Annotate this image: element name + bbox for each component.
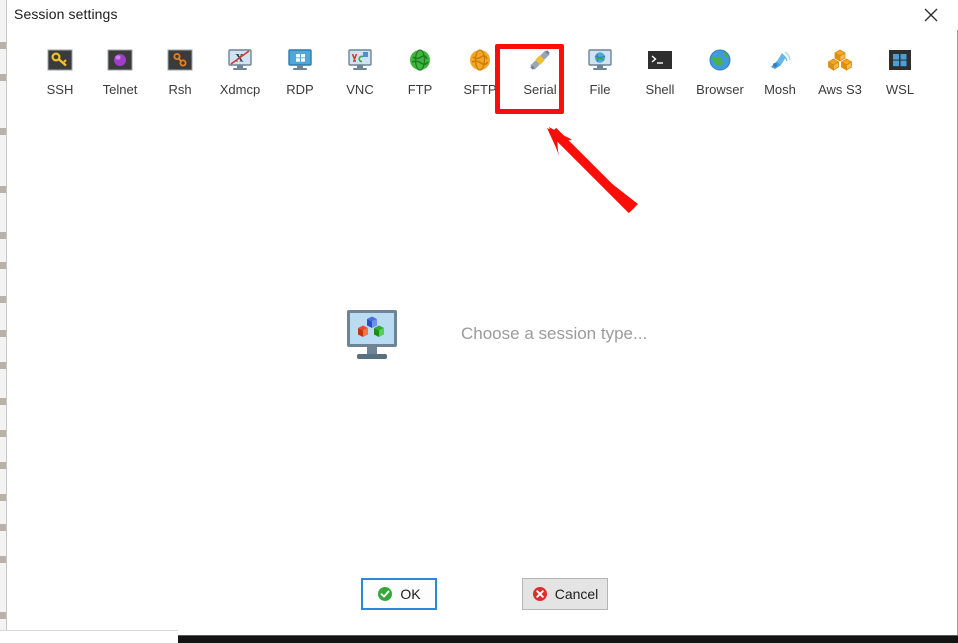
- aws-s3-icon: [826, 46, 854, 74]
- rdp-icon: [286, 46, 314, 74]
- session-type-label: Mosh: [764, 82, 796, 97]
- session-type-xdmcp[interactable]: X Xdmcp: [210, 38, 270, 97]
- session-type-ftp[interactable]: FTP: [390, 38, 450, 97]
- cancel-button[interactable]: Cancel: [522, 578, 608, 610]
- session-type-mosh[interactable]: Mosh: [750, 38, 810, 97]
- monitor-cubes-icon: [338, 300, 406, 368]
- session-type-label: SFTP: [463, 82, 497, 97]
- green-check-icon: [377, 586, 393, 602]
- placeholder-text: Choose a session type...: [461, 324, 648, 343]
- ok-button-label: OK: [400, 586, 421, 602]
- session-type-file[interactable]: File: [570, 38, 630, 97]
- mosh-icon: [766, 46, 794, 74]
- dialog-body: Session settings SSH Telnet Rsh Xdmcp RD…: [8, 0, 958, 636]
- bottom-left-gap: [0, 630, 178, 643]
- telnet-icon: [106, 46, 134, 74]
- session-type-label: SSH: [46, 82, 74, 97]
- session-type-label: WSL: [885, 82, 915, 97]
- session-type-aws-s3[interactable]: Aws S3: [810, 38, 870, 97]
- shell-icon: [646, 46, 674, 74]
- browser-icon: [706, 46, 734, 74]
- session-type-serial[interactable]: Serial: [510, 38, 570, 97]
- session-type-telnet[interactable]: Telnet: [90, 38, 150, 97]
- bottom-dark-bar: [178, 635, 958, 643]
- session-type-label: Browser: [696, 82, 744, 97]
- session-type-label: VNC: [346, 82, 374, 97]
- session-type-shell[interactable]: Shell: [630, 38, 690, 97]
- cancel-button-label: Cancel: [554, 586, 599, 602]
- session-type-placeholder: Choose a session type...: [338, 300, 647, 368]
- dialog-footer: OK Cancel: [8, 578, 958, 618]
- close-icon[interactable]: [908, 0, 954, 30]
- red-x-icon: [532, 586, 548, 602]
- ftp-icon: [406, 46, 434, 74]
- session-type-rsh[interactable]: Rsh: [150, 38, 210, 97]
- serial-icon: [526, 46, 554, 74]
- file-icon: [586, 46, 614, 74]
- session-type-label: Aws S3: [818, 82, 862, 97]
- session-type-rdp[interactable]: RDP: [270, 38, 330, 97]
- session-type-label: Telnet: [102, 82, 138, 97]
- background-window-strip: [0, 0, 7, 643]
- session-type-label: Shell: [645, 82, 675, 97]
- session-type-label: RDP: [286, 82, 314, 97]
- session-type-label: FTP: [407, 82, 433, 97]
- session-type-label: Rsh: [168, 82, 192, 97]
- session-type-browser[interactable]: Browser: [690, 38, 750, 97]
- title-bar: Session settings: [8, 0, 958, 30]
- session-type-label: File: [589, 82, 611, 97]
- session-type-label: Serial: [523, 82, 557, 97]
- xdmcp-icon: X: [226, 46, 254, 74]
- session-settings-dialog-root: Session settings SSH Telnet Rsh Xdmcp RD…: [0, 0, 958, 643]
- page-title: Session settings: [14, 6, 118, 22]
- rsh-icon: [166, 46, 194, 74]
- session-type-sftp[interactable]: SFTP: [450, 38, 510, 97]
- wsl-icon: [886, 46, 914, 74]
- session-type-label: Xdmcp: [219, 82, 261, 97]
- sftp-icon: [466, 46, 494, 74]
- session-type-wsl[interactable]: WSL: [870, 38, 930, 97]
- session-type-toolbar: SSH Telnet Rsh Xdmcp RDP VNC FTP SFTP Se…: [8, 38, 958, 112]
- session-type-ssh[interactable]: SSH: [30, 38, 90, 97]
- ssh-icon: [46, 46, 74, 74]
- ok-button[interactable]: OK: [361, 578, 437, 610]
- session-type-vnc[interactable]: VNC: [330, 38, 390, 97]
- vnc-icon: [346, 46, 374, 74]
